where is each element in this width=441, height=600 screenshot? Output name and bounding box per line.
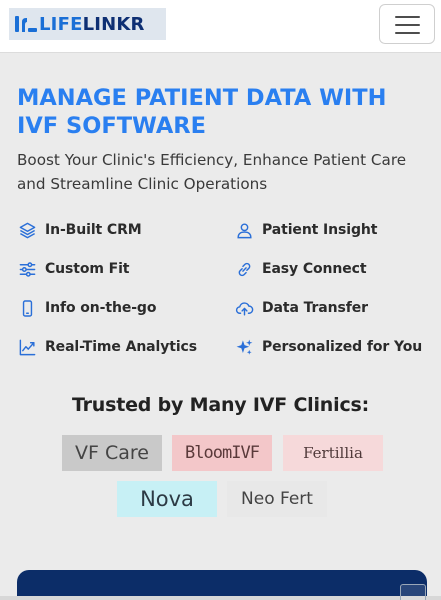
feature-label: Info on-the-go bbox=[45, 300, 157, 316]
hamburger-menu-button[interactable] bbox=[379, 4, 435, 44]
feature-personalized-for-you: Personalized for You bbox=[234, 336, 422, 358]
bottom-edge-divider bbox=[0, 596, 441, 600]
clinic-logo-fertillia: Fertillia bbox=[283, 435, 383, 471]
scroll-to-top-button[interactable] bbox=[400, 584, 426, 600]
feature-in-built-crm: In-Built CRM bbox=[17, 219, 142, 241]
hamburger-menu-icon bbox=[395, 16, 420, 18]
cloud-upload-icon bbox=[234, 298, 254, 318]
lifelinkr-logo-icon bbox=[15, 16, 37, 32]
layers-icon bbox=[17, 220, 37, 240]
feature-label: Personalized for You bbox=[262, 339, 423, 355]
clinic-logo-neo-fert: Neo Fert bbox=[227, 481, 327, 517]
clinic-logo-nova: Nova bbox=[117, 481, 217, 517]
feature-info-on-the-go: Info on-the-go bbox=[17, 297, 156, 319]
clinic-logo-vf-care: VF Care bbox=[62, 435, 162, 471]
sliders-icon bbox=[17, 259, 37, 279]
feature-easy-connect: Easy Connect bbox=[234, 258, 367, 280]
feature-patient-insight: Patient Insight bbox=[234, 219, 377, 241]
feature-real-time-analytics: Real-Time Analytics bbox=[17, 336, 197, 358]
trending-up-icon bbox=[17, 337, 37, 357]
feature-data-transfer: Data Transfer bbox=[234, 297, 368, 319]
feature-label: Custom Fit bbox=[45, 261, 130, 277]
hamburger-menu-icon bbox=[395, 24, 420, 26]
hero-subtitle: Boost Your Clinic's Efficiency, Enhance … bbox=[17, 151, 407, 193]
feature-label: Real-Time Analytics bbox=[45, 339, 197, 355]
sparkles-icon bbox=[234, 337, 254, 357]
brand-name-part1: LIFE bbox=[39, 13, 83, 35]
feature-label: Data Transfer bbox=[262, 300, 368, 316]
link-icon bbox=[234, 259, 254, 279]
mobile-icon bbox=[17, 298, 37, 318]
feature-custom-fit: Custom Fit bbox=[17, 258, 130, 280]
trusted-heading: Trusted by Many IVF Clinics: bbox=[71, 394, 370, 416]
navbar: LIFELINKR bbox=[0, 0, 441, 53]
brand-name: LIFELINKR bbox=[39, 14, 145, 35]
feature-label: Easy Connect bbox=[262, 261, 367, 277]
feature-label: Patient Insight bbox=[262, 222, 378, 238]
brand-logo[interactable]: LIFELINKR bbox=[9, 8, 166, 40]
hero-title: MANAGE PATIENT DATA WITH IVF SOFTWARE bbox=[17, 85, 387, 139]
feature-label: In-Built CRM bbox=[45, 222, 142, 238]
clinic-logo-bloomivf: BloomIVF bbox=[172, 435, 272, 471]
brand-name-part2: LINKR bbox=[82, 13, 145, 35]
hamburger-menu-icon bbox=[395, 32, 420, 34]
user-icon bbox=[234, 220, 254, 240]
